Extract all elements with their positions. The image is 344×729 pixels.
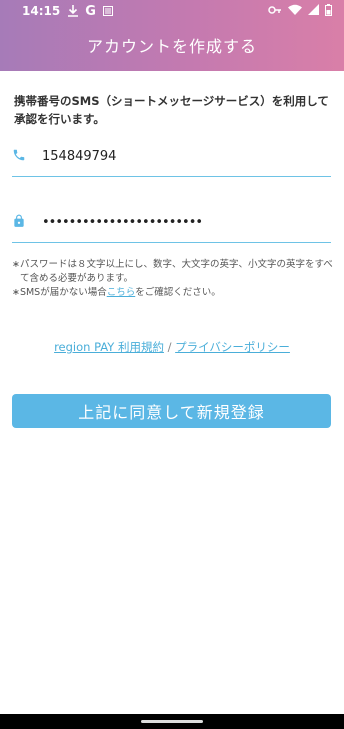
sms-help-prefix: ∗SMSが届かない場合 xyxy=(12,287,107,298)
phone-field xyxy=(12,137,331,177)
wifi-icon xyxy=(288,4,302,18)
home-gesture-handle[interactable] xyxy=(141,720,203,723)
lock-icon xyxy=(12,213,26,227)
google-icon: G xyxy=(85,3,96,19)
phone-icon xyxy=(12,147,26,161)
sms-help-suffix: をご確認ください。 xyxy=(135,287,221,298)
sms-help-note: ∗SMSが届かない場合こちらをご確認ください。 xyxy=(12,286,334,300)
privacy-policy-link[interactable]: プライバシーポリシー xyxy=(175,340,290,354)
header-bar: 14:15 G アカウントを作成する xyxy=(0,0,344,71)
password-rule-note: ∗パスワードは８文字以上にし、数字、大文字の英字、小文字の英字をすべて含める必要… xyxy=(12,259,333,284)
phone-number-input[interactable] xyxy=(42,137,322,175)
sms-description: 携帯番号のSMS（ショートメッセージサービス）を利用して承認を行います。 xyxy=(14,94,329,126)
terms-separator: / xyxy=(163,340,176,354)
notification-icon xyxy=(102,6,113,16)
password-input[interactable] xyxy=(42,203,322,241)
signal-icon xyxy=(308,4,319,18)
password-field xyxy=(12,203,331,243)
agree-and-register-button[interactable]: 上記に同意して新規登録 xyxy=(12,394,331,428)
download-icon xyxy=(68,5,79,17)
status-bar: 14:15 G xyxy=(0,0,344,22)
vpn-key-icon xyxy=(268,4,282,18)
sms-help-link[interactable]: こちら xyxy=(107,287,136,298)
password-notes: ∗パスワードは８文字以上にし、数字、大文字の英字、小文字の英字をすべて含める必要… xyxy=(12,258,334,300)
page-title: アカウントを作成する xyxy=(86,37,257,56)
terms-of-use-link[interactable]: region PAY 利用規約 xyxy=(54,340,164,354)
status-time: 14:15 xyxy=(22,4,61,18)
battery-icon xyxy=(325,3,332,19)
terms-links: region PAY 利用規約 / プライバシーポリシー xyxy=(0,339,344,355)
navigation-bar xyxy=(0,714,344,729)
